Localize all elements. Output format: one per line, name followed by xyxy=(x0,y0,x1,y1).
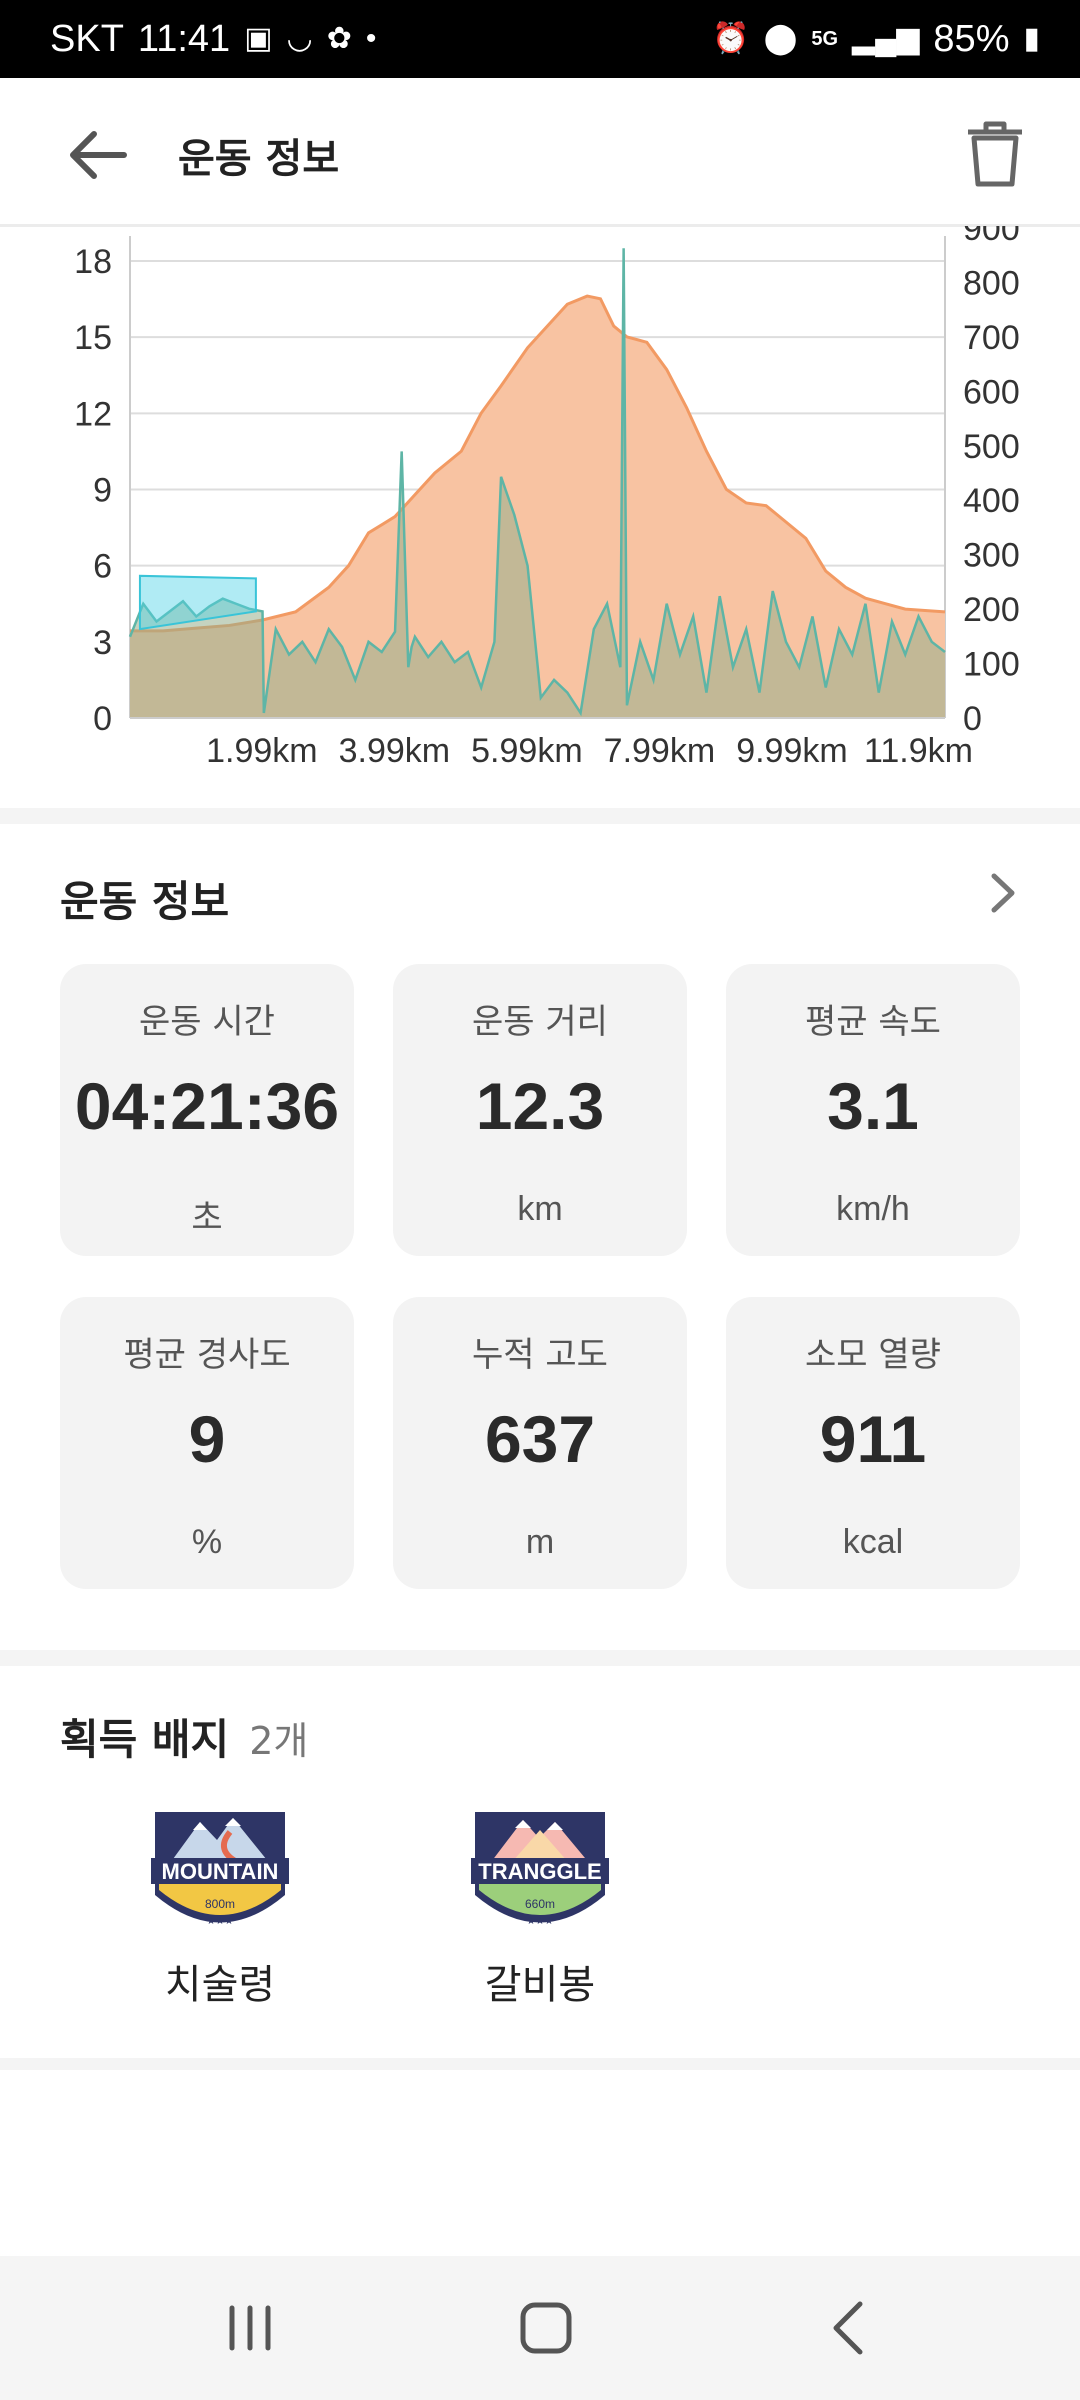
x-tick-label: 11.9km xyxy=(864,732,973,770)
stat-card-avg-slope: 평균 경사도 9 % xyxy=(60,1297,354,1589)
x-tick-label: 9.99km xyxy=(736,732,848,770)
y-right-tick-label: 100 xyxy=(963,646,1020,684)
y-right-tick-label: 700 xyxy=(963,319,1020,357)
badge-emblem-subtext: 660m xyxy=(525,1897,555,1911)
signal-icon: ▂▄▆ xyxy=(852,22,920,55)
stat-card-duration: 운동 시간 04:21:36 초 xyxy=(60,964,354,1256)
stat-unit: km xyxy=(517,1190,563,1228)
y-right-tick-label: 900 xyxy=(963,226,1020,248)
stat-unit: km/h xyxy=(836,1190,910,1228)
stat-value: 637 xyxy=(484,1402,596,1476)
trangle-badge-icon: TRANGGLE 660m ★★★ xyxy=(471,1812,609,1927)
stat-value: 12.3 xyxy=(475,1069,605,1143)
badge-emblem-text: MOUNTAIN xyxy=(162,1859,279,1884)
stat-value: 911 xyxy=(819,1402,927,1476)
stat-label: 평균 속도 xyxy=(805,1002,941,1042)
y-right-tick-label: 600 xyxy=(963,373,1020,411)
carrier-label: SKT xyxy=(50,17,124,60)
y-left-tick-label: 12 xyxy=(74,395,112,433)
badges-title-label: 획득 배지 xyxy=(60,1715,230,1764)
chart-svg: 036912151801002003004005006007008009001.… xyxy=(74,210,1020,770)
stat-label: 운동 거리 xyxy=(472,1002,608,1042)
status-bar: SKT 11:41 ▣ ◡ ✿ • ⏰ ⬤ 5G ▂▄▆ 85% ▮ xyxy=(0,0,1080,78)
y-right-tick-label: 300 xyxy=(963,537,1020,575)
badge-stars-icon: ★★★ xyxy=(207,1916,234,1927)
y-left-tick-label: 6 xyxy=(93,548,112,586)
badges-title: 획득 배지 2개 xyxy=(60,1706,308,1767)
stat-unit: % xyxy=(191,1523,223,1561)
y-left-tick-label: 3 xyxy=(93,624,112,662)
network-type: 5G xyxy=(811,27,839,50)
stat-unit: m xyxy=(525,1523,555,1561)
x-tick-label: 3.99km xyxy=(339,732,451,770)
stat-card-avg-speed: 평균 속도 3.1 km/h xyxy=(726,964,1020,1256)
battery-level: 85% xyxy=(933,17,1010,60)
y-left-tick-label: 15 xyxy=(74,319,112,357)
stat-value: 04:21:36 xyxy=(74,1069,340,1143)
chevron-right-icon[interactable] xyxy=(982,868,1022,918)
y-right-tick-label: 800 xyxy=(963,264,1020,302)
shoe-icon: ✿ xyxy=(326,22,352,55)
trash-icon[interactable] xyxy=(960,118,1030,190)
y-right-tick-label: 400 xyxy=(963,482,1020,520)
y-left-tick-label: 18 xyxy=(74,243,112,281)
more-notifications-icon: • xyxy=(365,22,377,55)
app-bar: 운동 정보 xyxy=(0,78,1080,227)
stat-label: 누적 고도 xyxy=(472,1335,608,1375)
gallery-icon: ▣ xyxy=(244,22,273,55)
stat-label: 소모 열량 xyxy=(805,1335,941,1375)
exercise-info-title: 운동 정보 xyxy=(60,877,230,926)
notification-icon: ◡ xyxy=(286,22,313,55)
y-left-tick-label: 0 xyxy=(93,700,112,738)
badge-emblem-subtext: 800m xyxy=(205,1897,235,1911)
clock: 11:41 xyxy=(137,17,231,60)
mountain-badge-icon: MOUNTAIN 800m ★★★ xyxy=(151,1812,289,1927)
stat-unit: 초 xyxy=(191,1199,223,1237)
stat-value: 3.1 xyxy=(827,1069,919,1143)
section-divider xyxy=(0,808,1080,824)
stat-unit: kcal xyxy=(842,1523,904,1561)
badge-name: 치술령 xyxy=(164,1962,276,2008)
system-nav-bar xyxy=(0,2256,1080,2400)
stat-label: 운동 시간 xyxy=(139,1002,275,1042)
stat-card-elevation-gain: 누적 고도 637 m xyxy=(393,1297,687,1589)
y-right-tick-label: 500 xyxy=(963,428,1020,466)
alarm-icon: ⏰ xyxy=(712,22,750,55)
y-right-tick-label: 200 xyxy=(963,591,1020,629)
badge-name: 갈비봉 xyxy=(484,1962,596,2008)
badge-emblem-text: TRANGGLE xyxy=(478,1859,601,1884)
back-icon[interactable] xyxy=(810,2296,890,2360)
x-tick-label: 7.99km xyxy=(604,732,716,770)
badge-item[interactable]: TRANGGLE 660m ★★★ 갈비봉 xyxy=(440,1800,640,2010)
battery-icon: ▮ xyxy=(1023,22,1040,55)
stat-value: 9 xyxy=(188,1402,226,1476)
stat-label: 평균 경사도 xyxy=(123,1335,291,1375)
recent-apps-icon[interactable] xyxy=(210,2296,290,2360)
stat-card-calories: 소모 열량 911 kcal xyxy=(726,1297,1020,1589)
badge-item[interactable]: MOUNTAIN 800m ★★★ 치술령 xyxy=(120,1800,320,2010)
x-tick-label: 1.99km xyxy=(206,732,318,770)
home-icon[interactable] xyxy=(506,2296,586,2360)
x-tick-label: 5.99km xyxy=(471,732,583,770)
stat-card-distance: 운동 거리 12.3 km xyxy=(393,964,687,1256)
section-divider xyxy=(0,2058,1080,2070)
arrow-left-icon[interactable] xyxy=(62,120,132,190)
y-left-tick-label: 9 xyxy=(93,472,112,510)
page-title: 운동 정보 xyxy=(178,136,340,182)
altitude-speed-chart: 0 3 6 9 12 15 18 0 100 200 300 400 500 600 700 800 900 1.… xyxy=(0,210,1080,796)
location-icon: ⬤ xyxy=(763,22,798,55)
badges-count: 2개 xyxy=(249,1719,309,1763)
badge-stars-icon: ★★★ xyxy=(527,1916,554,1927)
section-divider xyxy=(0,1650,1080,1666)
